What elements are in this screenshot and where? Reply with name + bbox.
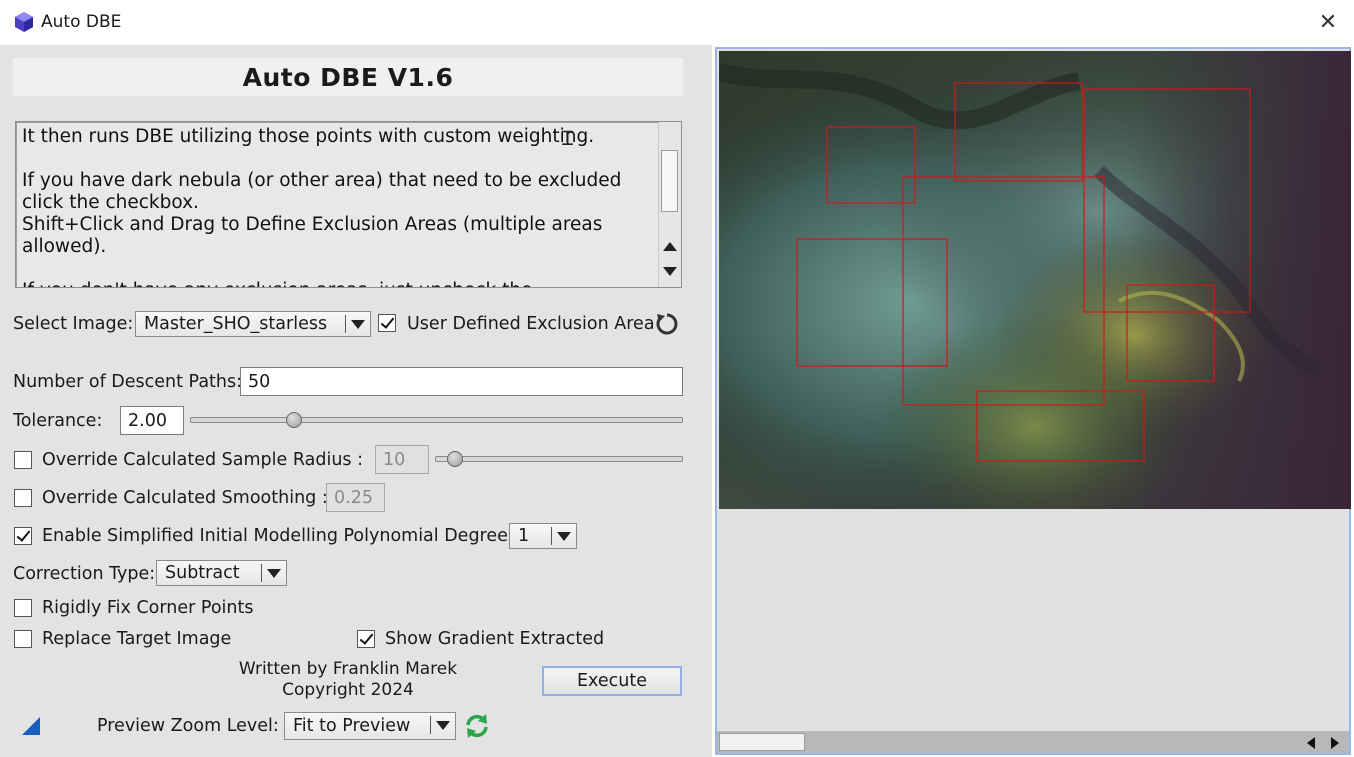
smoothing-input[interactable]: 0.25 (326, 483, 385, 512)
execute-button[interactable]: Execute (542, 666, 682, 696)
chevron-down-icon (557, 532, 571, 541)
polynomial-degree-dropdown[interactable]: 1 (509, 523, 577, 549)
user-defined-exclusion-label: User Defined Exclusion Area (407, 314, 655, 334)
close-button[interactable]: ✕ (1310, 5, 1346, 39)
chevron-down-icon (267, 569, 281, 578)
text-cursor-icon: Ɪ (562, 126, 574, 150)
scrollbar-thumb[interactable] (661, 150, 678, 212)
correction-type-dropdown[interactable]: Subtract (156, 560, 287, 586)
chevron-down-icon (436, 721, 450, 730)
nebula-preview-image[interactable] (719, 51, 1351, 509)
polynomial-checkbox[interactable] (14, 527, 32, 545)
corner-points-label: Rigidly Fix Corner Points (42, 598, 254, 618)
sample-radius-input[interactable]: 10 (375, 445, 429, 474)
smoothing-checkbox[interactable] (14, 489, 32, 507)
scrollbar-thumb[interactable] (719, 733, 805, 751)
show-gradient-checkbox[interactable] (357, 630, 375, 648)
polynomial-label: Enable Simplified Initial Modelling Poly… (42, 526, 514, 546)
refresh-icon[interactable] (463, 712, 491, 740)
sample-radius-slider-track[interactable] (435, 456, 683, 462)
tolerance-label: Tolerance: (13, 411, 103, 431)
chevron-down-icon (351, 320, 365, 329)
smoothing-label: Override Calculated Smoothing : (42, 488, 328, 508)
resize-corner-icon[interactable] (22, 717, 40, 735)
select-image-label: Select Image: (13, 314, 134, 334)
sample-radius-label: Override Calculated Sample Radius : (42, 450, 363, 470)
title-bar: Auto DBE ✕ (0, 0, 1354, 45)
zoom-level-value: Fit to Preview (293, 716, 411, 736)
replace-target-checkbox[interactable] (14, 630, 32, 648)
scroll-up-icon[interactable] (663, 242, 677, 251)
window-title: Auto DBE (41, 12, 122, 32)
descent-paths-input[interactable]: 50 (240, 367, 683, 396)
scroll-down-icon[interactable] (663, 267, 677, 276)
zoom-level-label: Preview Zoom Level: (97, 716, 279, 736)
descent-paths-label: Number of Descent Paths: (13, 372, 243, 392)
purple-gem-icon (15, 12, 33, 32)
show-gradient-label: Show Gradient Extracted (385, 629, 605, 649)
description-box[interactable]: It then runs DBE utilizing those points … (15, 121, 682, 288)
tolerance-input[interactable]: 2.00 (120, 406, 184, 435)
polynomial-degree-value: 1 (518, 526, 530, 546)
description-scrollbar[interactable] (658, 122, 681, 287)
replace-target-label: Replace Target Image (42, 629, 232, 649)
select-image-value: Master_SHO_starless (144, 314, 328, 334)
correction-type-label: Correction Type: (13, 564, 156, 584)
preview-horizontal-scrollbar[interactable] (717, 731, 1349, 753)
select-image-dropdown[interactable]: Master_SHO_starless (135, 311, 371, 337)
sample-radius-slider-knob[interactable] (446, 451, 463, 467)
tolerance-slider-knob[interactable] (285, 412, 302, 428)
correction-type-value: Subtract (165, 563, 240, 583)
description-text: It then runs DBE utilizing those points … (22, 126, 622, 287)
scroll-right-icon[interactable] (1331, 737, 1339, 749)
user-defined-exclusion-checkbox[interactable] (378, 314, 396, 332)
controls-panel: Auto DBE V1.6 It then runs DBE utilizing… (0, 45, 712, 757)
zoom-level-dropdown[interactable]: Fit to Preview (284, 712, 456, 740)
corner-points-checkbox[interactable] (14, 599, 32, 617)
script-title: Auto DBE V1.6 (13, 58, 683, 96)
reset-icon[interactable] (654, 311, 680, 337)
preview-frame[interactable] (715, 47, 1351, 755)
close-icon: ✕ (1318, 9, 1338, 35)
tolerance-slider-track[interactable] (190, 417, 683, 423)
scroll-left-icon[interactable] (1307, 737, 1315, 749)
preview-panel (712, 45, 1354, 757)
sample-radius-checkbox[interactable] (14, 451, 32, 469)
